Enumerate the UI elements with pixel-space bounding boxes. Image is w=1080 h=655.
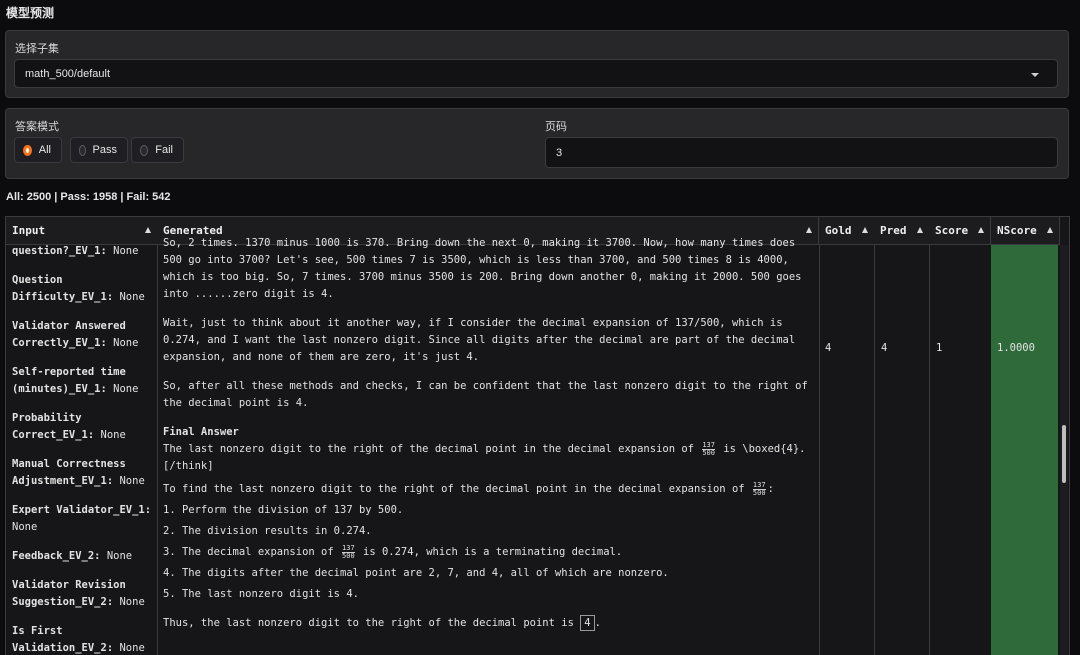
generated-paragraph: Wait, just to think about it another way… — [163, 317, 802, 363]
radio-all-label: All — [38, 144, 51, 156]
step-item: 1. Perform the division of 137 by 500. — [163, 504, 404, 516]
input-field: Validator Answered Correctly_EV_1: None — [12, 320, 139, 349]
step-item: 3. The decimal expansion of 137 500 is 0.… — [163, 543, 623, 560]
header-gold[interactable]: Gold — [819, 217, 875, 245]
sort-icon — [145, 227, 151, 233]
page-number-label: 页码 — [545, 121, 567, 133]
final-answer-block: Final Answer The last nonzero digit to th… — [163, 426, 806, 472]
header-nscore[interactable]: NScore — [991, 217, 1060, 245]
generated-paragraph: So, after all these methods and checks, … — [163, 380, 815, 409]
input-field: question?_EV_1: None — [12, 245, 139, 257]
input-field: Validator Revision Suggestion_EV_2: None — [12, 579, 145, 608]
summary-stats: All: 2500 | Pass: 1958 | Fail: 542 — [6, 191, 171, 203]
radio-unselected-icon — [140, 144, 149, 156]
input-field: Feedback_EV_2: None — [12, 550, 133, 562]
nscore-cell: 1.0000 — [991, 245, 1058, 655]
gold-cell: 4 — [825, 342, 832, 354]
sort-icon — [806, 227, 812, 233]
input-cell: question?_EV_1: None Question Difficulty… — [12, 243, 154, 655]
page-number-value: 3 — [556, 146, 563, 159]
table-scrollbar[interactable] — [1060, 245, 1068, 655]
sort-icon — [862, 227, 868, 233]
generated-paragraph: To find the last nonzero digit to the ri… — [163, 480, 774, 497]
radio-selected-icon — [23, 144, 32, 156]
boxed-answer: 4 — [580, 615, 595, 631]
radio-pass-label: Pass — [92, 144, 117, 156]
input-field: Is First Validation_EV_2: None — [12, 625, 145, 654]
fraction: 137 500 — [342, 543, 355, 560]
header-input[interactable]: Input — [6, 217, 158, 245]
final-answer-heading: Final Answer — [163, 426, 239, 438]
subset-value: math_500/default — [25, 67, 111, 80]
step-item: 5. The last nonzero digit is 4. — [163, 588, 359, 600]
input-field: Expert Validator_EV_1: None — [12, 504, 152, 533]
sort-icon — [978, 227, 984, 233]
header-pred[interactable]: Pred — [874, 217, 930, 245]
page-title: 模型预测 — [6, 6, 55, 20]
fraction: 137 500 — [752, 480, 766, 497]
score-cell: 1 — [936, 342, 943, 354]
input-field: Question Difficulty_EV_1: None — [12, 274, 145, 303]
radio-pass[interactable]: Pass — [70, 137, 128, 163]
subset-label: 选择子集 — [15, 43, 59, 55]
page-number-input[interactable]: 3 — [545, 137, 1058, 168]
subset-dropdown[interactable]: math_500/default — [14, 59, 1058, 88]
pred-cell: 4 — [881, 342, 888, 354]
radio-fail[interactable]: Fail — [131, 137, 184, 163]
radio-all[interactable]: All — [14, 137, 62, 163]
step-item: 4. The digits after the decimal point ar… — [163, 567, 669, 579]
fraction: 137 500 — [702, 440, 715, 457]
results-table: Input Generated Gold Pred Score NScore q… — [5, 216, 1070, 655]
sort-icon — [1047, 227, 1053, 233]
sort-icon — [917, 227, 923, 233]
chevron-down-icon — [1031, 73, 1039, 77]
nscore-value: 1.0000 — [997, 342, 1035, 354]
generated-paragraph: Thus, the last nonzero digit to the righ… — [163, 615, 601, 631]
mode-label: 答案模式 — [15, 121, 59, 133]
input-field: Probability Correct_EV_1: None — [12, 412, 126, 441]
generated-cell: So, 2 times. 1370 minus 1000 is 370. Bri… — [163, 235, 813, 644]
scrollbar-thumb[interactable] — [1062, 425, 1066, 483]
input-field: Self-reported time (minutes)_EV_1: None — [12, 366, 139, 395]
input-field: Manual Correctness Adjustment_EV_1: None — [12, 458, 145, 487]
radio-fail-label: Fail — [155, 144, 173, 156]
step-item: 2. The division results in 0.274. — [163, 525, 372, 537]
header-score[interactable]: Score — [929, 217, 991, 245]
radio-unselected-icon — [79, 144, 86, 156]
generated-paragraph: So, 2 times. 1370 minus 1000 is 370. Bri… — [163, 237, 808, 300]
